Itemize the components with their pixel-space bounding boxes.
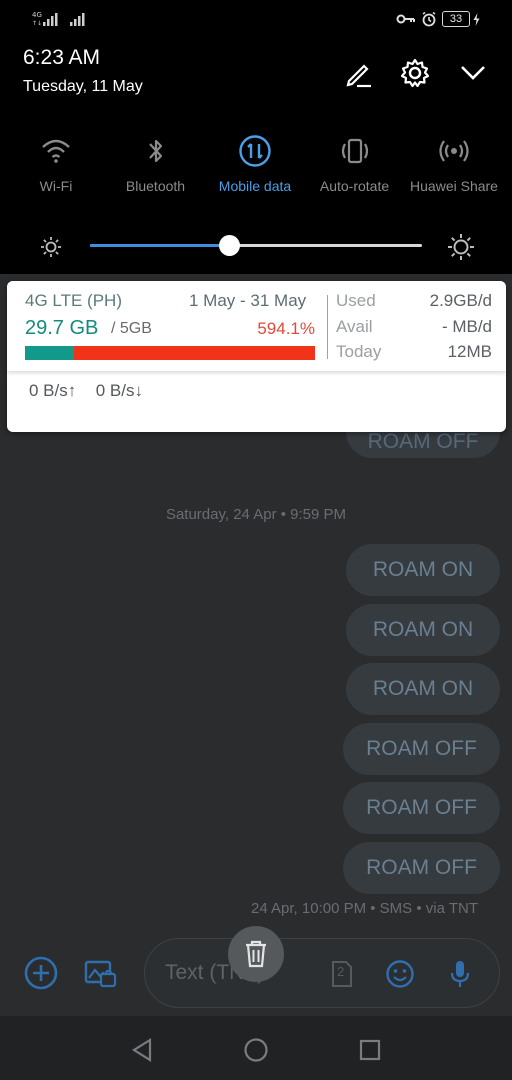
message-bubble[interactable]: ROAM ON (346, 544, 500, 596)
microphone-icon[interactable] (443, 957, 477, 991)
data-limit: / 5GB (111, 320, 152, 337)
compose-bar: Text (TNT) 2 (0, 926, 512, 1016)
home-icon[interactable] (240, 1034, 272, 1066)
alarm-icon (420, 10, 438, 28)
clock: 6:23 AM (23, 46, 101, 69)
huawei-share-icon (404, 132, 504, 170)
recents-icon[interactable] (354, 1034, 386, 1066)
wifi-icon (6, 132, 106, 170)
stat-label: Today (336, 342, 382, 361)
data-used: 29.7 GB (25, 317, 99, 339)
brightness-high-icon (444, 230, 478, 264)
card-divider (327, 295, 328, 359)
back-icon[interactable] (126, 1034, 158, 1066)
tile-label: Huawei Share (410, 178, 498, 194)
notification-shade: 4G ↑↓ 33 6:23 AM Tuesday, 11 May Wi-Fi Blu… (0, 0, 512, 274)
tile-label: Mobile data (218, 178, 292, 194)
edit-icon[interactable] (340, 56, 376, 92)
sim-select-icon[interactable]: 2 (329, 959, 355, 989)
message-text: ROAM OFF (366, 796, 477, 820)
usage-bar-fill (25, 346, 75, 360)
network-speed: 0 B/s↑ 0 B/s↓ (29, 381, 143, 401)
charging-icon (472, 11, 480, 27)
conversation-date-divider: Saturday, 24 Apr • 9:59 PM (165, 506, 347, 523)
brightness-slider-thumb[interactable] (219, 235, 241, 256)
usage-percent: 594.1% (257, 319, 315, 338)
message-bubble[interactable]: ROAM OFF (343, 782, 500, 835)
battery-icon: 33 (442, 11, 470, 27)
bluetooth-icon (106, 132, 206, 170)
tile-auto-rotate[interactable]: Auto-rotate (305, 132, 405, 202)
message-input-box[interactable]: Text (TNT) 2 (144, 938, 500, 1008)
tile-label: Bluetooth (125, 178, 186, 194)
signal-sim2-icon (68, 10, 88, 28)
tile-label: Auto-rotate (319, 178, 390, 194)
tile-huawei-share[interactable]: Huawei Share (404, 132, 504, 202)
svg-text:↑↓: ↑↓ (32, 20, 42, 27)
brightness-low-icon (36, 232, 66, 262)
key-icon (396, 11, 416, 27)
billing-period: 1 May - 31 May (189, 291, 307, 310)
settings-gear-icon[interactable] (397, 55, 433, 91)
message-bubble[interactable]: ROAM ON (346, 663, 500, 716)
stat-value: - MB/d (441, 316, 492, 336)
message-bubble[interactable]: ROAM OFF (343, 722, 500, 775)
delete-button[interactable] (228, 926, 284, 982)
tile-wifi[interactable]: Wi-Fi (6, 132, 106, 202)
gallery-icon[interactable] (80, 952, 122, 994)
brightness-slider-fill (90, 244, 230, 247)
message-text: ROAM OFF (366, 856, 477, 879)
data-usage-summary: 4G LTE (PH) 1 May - 31 May 29.7 GB / 5GB… (7, 281, 506, 371)
upload-speed: 0 B/s↑ (29, 381, 77, 400)
download-speed: 0 B/s↓ (95, 381, 143, 400)
usage-bar (25, 346, 315, 360)
trash-icon (246, 940, 266, 968)
tile-bluetooth[interactable]: Bluetooth (106, 132, 206, 202)
signal-sim1-icon: 4G ↑↓ (32, 10, 60, 28)
brightness-slider[interactable] (90, 235, 422, 256)
add-attachment-icon[interactable] (20, 952, 62, 994)
data-usage-card[interactable]: 0 B/s↑ 0 B/s↓ 4G LTE (PH) 1 May - 31 May… (7, 281, 506, 432)
tile-label: Wi-Fi (39, 178, 73, 194)
message-text: ROAM ON (372, 617, 474, 641)
collapse-chevron-icon[interactable] (455, 58, 491, 88)
tile-mobile-data[interactable]: Mobile data (205, 132, 305, 202)
date: Tuesday, 11 May (23, 78, 143, 95)
network-type: 4G LTE (PH) (25, 291, 122, 310)
stat-label: Avail (336, 316, 373, 336)
message-meta: 24 Apr, 10:00 PM • SMS • via TNT (251, 900, 478, 917)
message-text: ROAM OFF (366, 736, 477, 760)
message-bubble[interactable]: ROAM ON (346, 603, 500, 656)
emoji-icon[interactable] (383, 957, 417, 991)
message-text: ROAM ON (372, 558, 474, 581)
stat-value: 12MB (447, 342, 492, 361)
message-text: ROAM ON (372, 677, 474, 701)
stat-label: Used (336, 291, 376, 310)
message-bubble[interactable]: ROAM OFF (343, 842, 500, 894)
stat-value: 2.9GB/d (429, 291, 492, 310)
navigation-bar (0, 1016, 512, 1080)
auto-rotate-icon (305, 132, 405, 170)
svg-text:4G: 4G (32, 11, 42, 19)
status-bar: 4G ↑↓ 33 (0, 0, 512, 38)
mobile-data-icon (205, 132, 305, 170)
